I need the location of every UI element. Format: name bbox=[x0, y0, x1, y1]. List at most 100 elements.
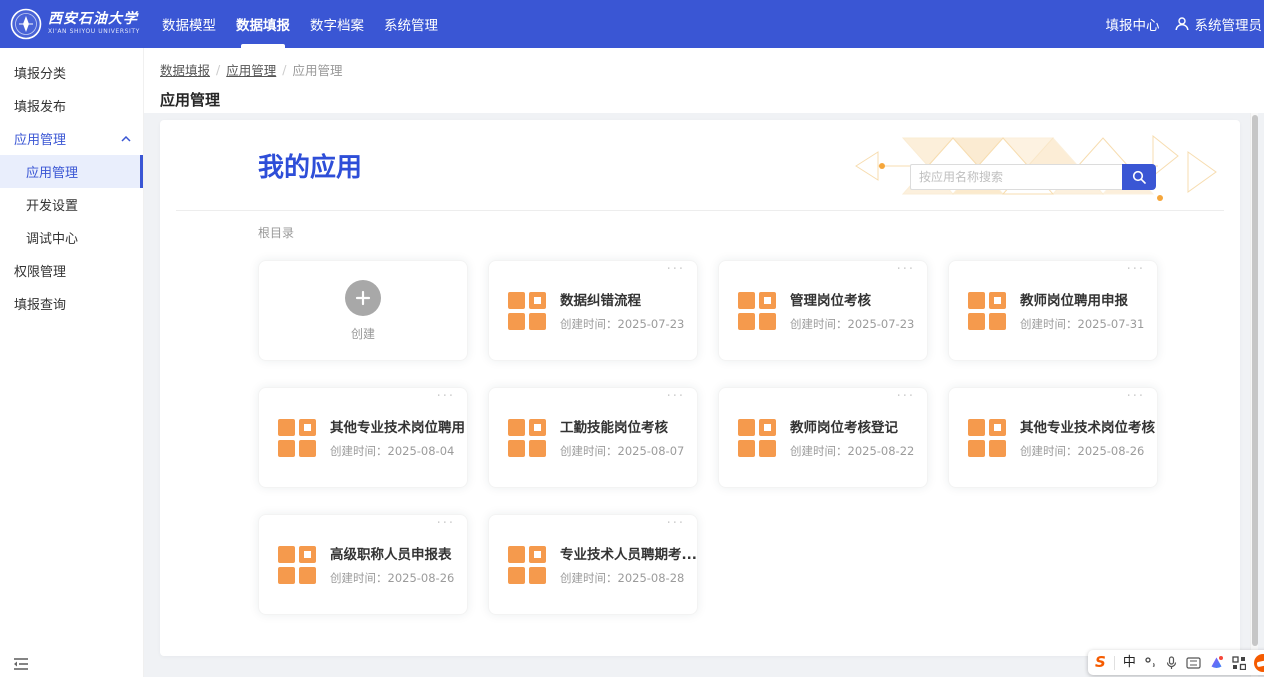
created-prefix: 创建时间： bbox=[330, 444, 388, 458]
app-grid-icon bbox=[507, 545, 547, 585]
app-card[interactable]: ··· 教师岗位聘用申报 创建时间：2025-07-31 bbox=[948, 260, 1158, 361]
app-card[interactable]: ··· 管理岗位考核 创建时间：2025-07-23 bbox=[718, 260, 928, 361]
app-search-input[interactable] bbox=[910, 164, 1122, 190]
create-app-card[interactable]: 创建 bbox=[258, 260, 468, 361]
app-card-grid: 创建 ··· 数据纠错流程 创建时间：2025-07-23 ··· 管理岗位考核 bbox=[258, 260, 1158, 615]
nav-item-system-management[interactable]: 系统管理 bbox=[374, 0, 448, 48]
created-date: 2025-08-04 bbox=[388, 444, 455, 458]
card-text: 教师岗位聘用申报 创建时间：2025-07-31 bbox=[1020, 289, 1144, 332]
app-grid-icon bbox=[507, 291, 547, 331]
app-grid-icon bbox=[737, 291, 777, 331]
card-more-button[interactable]: ··· bbox=[667, 516, 685, 531]
vertical-scrollbar[interactable] bbox=[1250, 113, 1258, 677]
created-prefix: 创建时间： bbox=[1020, 317, 1078, 331]
user-menu[interactable]: 系统管理员 bbox=[1174, 14, 1263, 34]
created-prefix: 创建时间： bbox=[560, 317, 618, 331]
university-name-cn: 西安石油大学 bbox=[48, 12, 140, 27]
created-prefix: 创建时间： bbox=[560, 571, 618, 585]
breadcrumb-separator: / bbox=[216, 62, 220, 77]
skin-icon[interactable] bbox=[1209, 655, 1224, 670]
card-more-button[interactable]: ··· bbox=[897, 262, 915, 277]
created-date: 2025-07-23 bbox=[618, 317, 685, 331]
card-more-button[interactable]: ··· bbox=[1127, 389, 1145, 404]
created-date: 2025-08-07 bbox=[618, 444, 685, 458]
created-prefix: 创建时间： bbox=[330, 571, 388, 585]
toolbox-grid-icon[interactable] bbox=[1232, 656, 1246, 670]
breadcrumb-link-data-reporting[interactable]: 数据填报 bbox=[160, 60, 210, 79]
sidebar-item-label: 填报分类 bbox=[14, 63, 66, 82]
card-more-button[interactable]: ··· bbox=[437, 516, 455, 531]
panel-hero: 我的应用 bbox=[160, 120, 1240, 210]
created-date: 2025-08-26 bbox=[1078, 444, 1145, 458]
card-text: 教师岗位考核登记 创建时间：2025-08-22 bbox=[790, 416, 914, 459]
sogou-logo-icon[interactable]: S bbox=[1095, 655, 1106, 670]
card-more-button[interactable]: ··· bbox=[897, 389, 915, 404]
app-search bbox=[910, 164, 1156, 190]
app-created: 创建时间：2025-08-28 bbox=[560, 570, 697, 586]
sidebar-item-report-category[interactable]: 填报分类 bbox=[0, 56, 143, 89]
card-more-button[interactable]: ··· bbox=[437, 389, 455, 404]
panel-title: 我的应用 bbox=[258, 147, 362, 184]
apps-section: 根目录 创建 ··· 数据纠错流程 创建 bbox=[160, 210, 1240, 615]
app-name: 高级职称人员申报表 bbox=[330, 543, 454, 563]
sidebar-item-report-publish[interactable]: 填报发布 bbox=[0, 89, 143, 122]
keyboard-icon[interactable] bbox=[1186, 657, 1201, 669]
chinese-mode-icon[interactable]: 中 bbox=[1123, 656, 1136, 669]
sidebar-subitem-app-management[interactable]: 应用管理 bbox=[0, 155, 143, 188]
nav-item-digital-archive[interactable]: 数字档案 bbox=[300, 0, 374, 48]
card-more-button[interactable]: ··· bbox=[1127, 262, 1145, 277]
search-button[interactable] bbox=[1122, 164, 1156, 190]
breadcrumb-separator: / bbox=[282, 62, 286, 77]
app-name: 管理岗位考核 bbox=[790, 289, 914, 309]
app-created: 创建时间：2025-08-22 bbox=[790, 443, 914, 459]
page-title: 应用管理 bbox=[160, 89, 1248, 110]
sidebar-subitem-label: 开发设置 bbox=[26, 195, 78, 214]
punctuation-icon[interactable] bbox=[1144, 656, 1157, 669]
app-name: 教师岗位考核登记 bbox=[790, 416, 914, 436]
card-more-button[interactable]: ··· bbox=[667, 389, 685, 404]
created-date: 2025-08-26 bbox=[388, 571, 455, 585]
app-card[interactable]: ··· 高级职称人员申报表 创建时间：2025-08-26 bbox=[258, 514, 468, 615]
nav-item-label: 数据填报 bbox=[236, 14, 290, 34]
nav-item-data-model[interactable]: 数据模型 bbox=[152, 0, 226, 48]
app-created: 创建时间：2025-07-23 bbox=[560, 316, 684, 332]
my-apps-panel: 我的应用 根目录 bbox=[160, 120, 1240, 656]
created-date: 2025-07-23 bbox=[848, 317, 915, 331]
sidebar-item-report-query[interactable]: 填报查询 bbox=[0, 287, 143, 320]
app-card[interactable]: ··· 其他专业技术岗位考核 创建时间：2025-08-26 bbox=[948, 387, 1158, 488]
app-grid-icon bbox=[277, 545, 317, 585]
navbar-right: 填报中心 系统管理员 bbox=[1092, 0, 1264, 48]
user-name: 系统管理员 bbox=[1195, 14, 1263, 34]
app-card[interactable]: ··· 数据纠错流程 创建时间：2025-07-23 bbox=[488, 260, 698, 361]
sidebar-item-permission-management[interactable]: 权限管理 bbox=[0, 254, 143, 287]
active-nav-indicator bbox=[241, 44, 285, 48]
university-name: 西安石油大学 XI'AN SHIYOU UNIVERSITY bbox=[48, 12, 140, 36]
microphone-icon[interactable] bbox=[1165, 656, 1178, 670]
app-grid-icon bbox=[967, 291, 1007, 331]
card-more-button[interactable]: ··· bbox=[667, 262, 685, 277]
sidebar-item-app-management[interactable]: 应用管理 bbox=[0, 122, 143, 155]
app-card[interactable]: ··· 专业技术人员聘期考... 创建时间：2025-08-28 bbox=[488, 514, 698, 615]
app-name: 数据纠错流程 bbox=[560, 289, 684, 309]
sidebar-collapse-icon[interactable] bbox=[13, 656, 29, 670]
sidebar-item-label: 填报发布 bbox=[14, 96, 66, 115]
clipped-toolbar-icon[interactable] bbox=[1254, 654, 1264, 672]
app-card[interactable]: ··· 教师岗位考核登记 创建时间：2025-08-22 bbox=[718, 387, 928, 488]
scrollbar-thumb[interactable] bbox=[1252, 115, 1258, 646]
created-prefix: 创建时间： bbox=[560, 444, 618, 458]
sidebar-subitem-label: 应用管理 bbox=[26, 162, 78, 181]
sidebar-subitem-dev-settings[interactable]: 开发设置 bbox=[0, 188, 143, 221]
hero-divider bbox=[176, 210, 1224, 211]
card-text: 专业技术人员聘期考... 创建时间：2025-08-28 bbox=[560, 543, 697, 586]
nav-item-label: 数据模型 bbox=[162, 14, 216, 34]
card-text: 工勤技能岗位考核 创建时间：2025-08-07 bbox=[560, 416, 684, 459]
created-prefix: 创建时间： bbox=[790, 317, 848, 331]
card-text: 其他专业技术岗位考核 创建时间：2025-08-26 bbox=[1020, 416, 1155, 459]
chevron-up-icon bbox=[121, 136, 131, 142]
app-card[interactable]: ··· 其他专业技术岗位聘用 创建时间：2025-08-04 bbox=[258, 387, 468, 488]
app-card[interactable]: ··· 工勤技能岗位考核 创建时间：2025-08-07 bbox=[488, 387, 698, 488]
sidebar-subitem-debug-center[interactable]: 调试中心 bbox=[0, 221, 143, 254]
nav-item-data-reporting[interactable]: 数据填报 bbox=[226, 0, 300, 48]
breadcrumb-link-app-management[interactable]: 应用管理 bbox=[226, 60, 276, 79]
report-center-link[interactable]: 填报中心 bbox=[1092, 14, 1174, 34]
